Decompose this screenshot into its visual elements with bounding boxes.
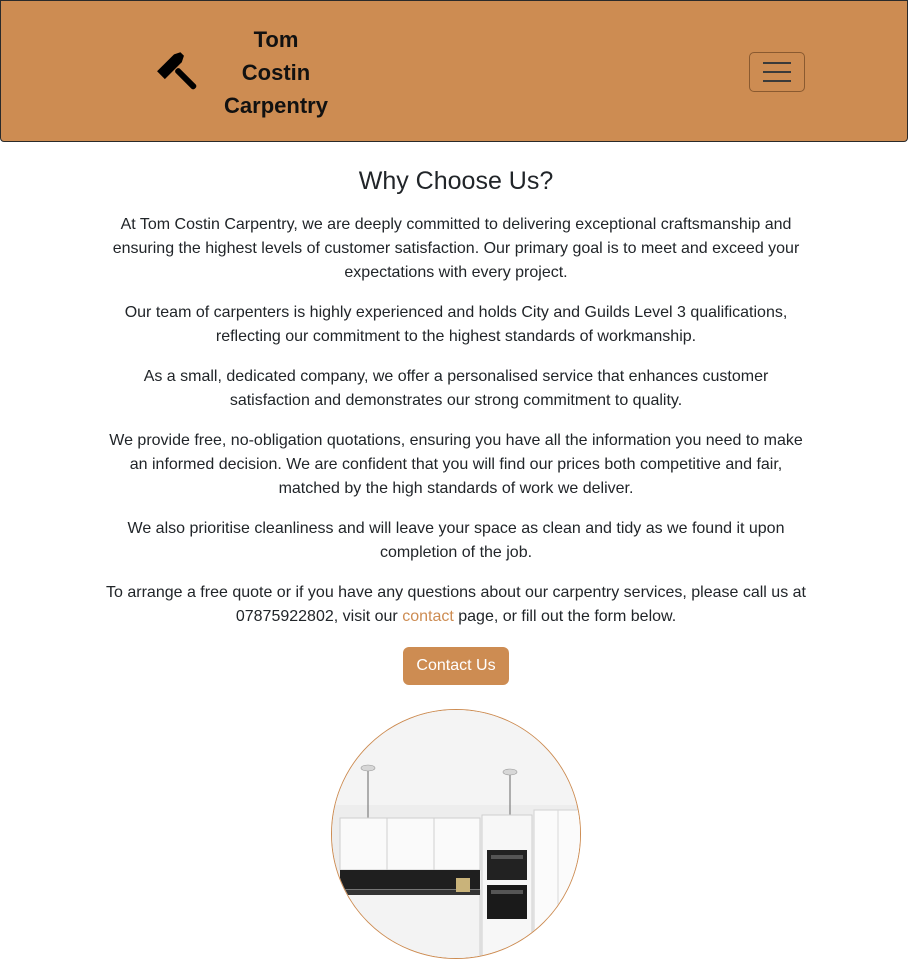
contact-info-text-after: page, or fill out the form below. — [453, 608, 677, 625]
navbar: Tom Costin Carpentry — [0, 0, 908, 142]
hamburger-menu-icon — [763, 62, 791, 82]
cleanliness-paragraph: We also prioritise cleanliness and will … — [127, 520, 785, 561]
qualifications-paragraph: Our team of carpenters is highly experie… — [124, 304, 788, 345]
kitchen-photo-illustration — [332, 710, 580, 958]
kitchen-photo — [331, 709, 581, 959]
intro-paragraph: At Tom Costin Carpentry, we are deeply c… — [112, 216, 800, 281]
contact-info-paragraph: To arrange a free quote or if you have a… — [105, 581, 807, 629]
brand-link[interactable]: Tom Costin Carpentry — [155, 27, 335, 118]
brand-name: Tom Costin Carpentry — [217, 23, 335, 122]
free-quotations-paragraph: We provide free, no-obligation quotation… — [109, 432, 803, 497]
hamburger-bar — [763, 71, 791, 73]
hamburger-bar — [763, 62, 791, 64]
navbar-toggler-button[interactable] — [749, 52, 805, 92]
contact-us-button[interactable]: Contact Us — [403, 647, 509, 685]
brand-name-line1: Tom Costin — [241, 26, 311, 85]
why-choose-us-section: Why Choose Us? At Tom Costin Carpentry, … — [105, 165, 807, 685]
brand-name-line2: Carpentry — [224, 92, 328, 118]
contact-page-link[interactable]: contact — [402, 608, 454, 625]
personalised-service-paragraph: As a small, dedicated company, we offer … — [143, 368, 769, 409]
hammer-icon — [155, 48, 203, 96]
hamburger-bar — [763, 80, 791, 82]
section-heading: Why Choose Us? — [358, 167, 554, 195]
